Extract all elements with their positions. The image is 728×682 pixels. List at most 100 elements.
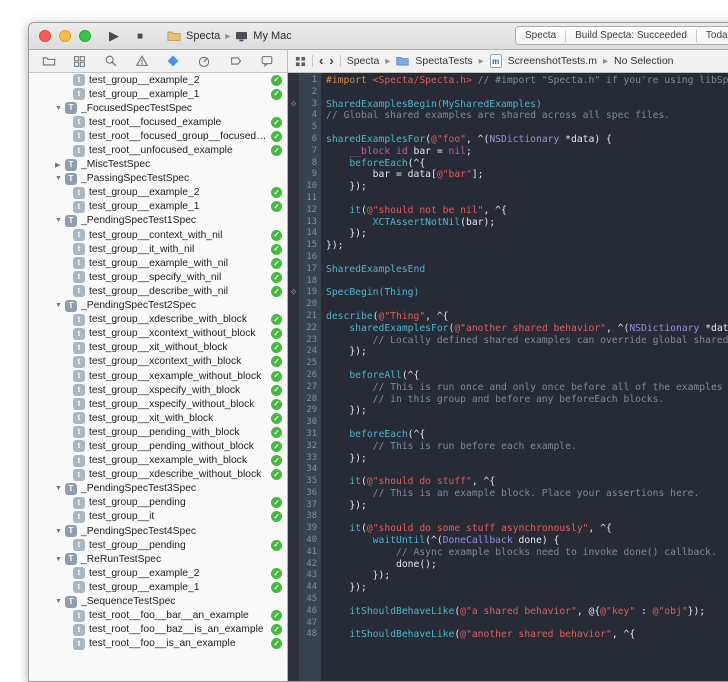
code-text[interactable]: it(@"should do some stuff asynchronously… — [321, 523, 728, 535]
close-window-button[interactable] — [39, 30, 51, 42]
test-navigator-row[interactable]: t test_group__xspecify_without_block ✓ — [29, 397, 287, 411]
test-navigator-row[interactable]: t test_group__pending_with_block ✓ — [29, 425, 287, 439]
test-navigator-row[interactable]: t test_group__xit_with_block ✓ — [29, 411, 287, 425]
breakpoint-gutter-cell[interactable] — [288, 146, 299, 158]
breakpoint-gutter-cell[interactable] — [288, 394, 299, 406]
report-navigator-icon[interactable] — [260, 54, 274, 68]
breakpoint-gutter-cell[interactable] — [288, 252, 299, 264]
breakpoint-gutter-cell[interactable] — [288, 464, 299, 476]
code-text[interactable]: }); — [321, 240, 728, 252]
breakpoint-gutter-cell[interactable] — [288, 582, 299, 594]
code-text[interactable]: done(); — [321, 559, 728, 571]
breakpoint-navigator-icon[interactable] — [229, 54, 243, 68]
breakpoint-gutter-cell[interactable] — [288, 346, 299, 358]
test-navigator-row[interactable]: ▼ T _PendingSpecTest1Spec — [29, 214, 287, 228]
code-text[interactable]: XCTAssertNotNil(bar); — [321, 217, 728, 229]
test-navigator-row[interactable]: t test_group__pending ✓ — [29, 538, 287, 552]
test-navigator-row[interactable]: ▼ T _PendingSpecTest3Spec — [29, 482, 287, 496]
test-navigator-row[interactable]: t test_group__xcontext_without_block ✓ — [29, 327, 287, 341]
code-text[interactable]: waitUntil(^(DoneCallback done) { — [321, 535, 728, 547]
disclosure-triangle-icon[interactable]: ▼ — [55, 217, 65, 224]
breakpoint-gutter-cell[interactable] — [288, 240, 299, 252]
forward-button[interactable]: › — [329, 54, 333, 67]
test-navigator-icon-selected[interactable] — [166, 54, 180, 68]
stop-button[interactable]: ■ — [137, 23, 143, 49]
breadcrumb-group[interactable]: SpectaTests — [415, 55, 472, 67]
code-text[interactable]: SharedExamplesBegin(MySharedExamples) — [321, 99, 728, 111]
disclosure-triangle-icon[interactable]: ▼ — [55, 528, 65, 535]
test-navigator-row[interactable]: ▼ T _SequenceTestSpec — [29, 594, 287, 608]
breakpoint-gutter-cell[interactable] — [288, 323, 299, 335]
breakpoint-gutter-cell[interactable] — [288, 500, 299, 512]
code-text[interactable]: it(@"should not be nil", ^{ — [321, 205, 728, 217]
test-class-marker-icon[interactable]: ◇ — [288, 99, 299, 111]
breakpoint-gutter-cell[interactable] — [288, 523, 299, 535]
breakpoint-gutter-cell[interactable] — [288, 228, 299, 240]
breakpoint-gutter-cell[interactable] — [288, 570, 299, 582]
test-navigator-row[interactable]: t test_group__it_with_nil ✓ — [29, 242, 287, 256]
issue-navigator-icon[interactable] — [135, 54, 149, 68]
test-navigator-row[interactable]: t test_group__xdescribe_without_block ✓ — [29, 468, 287, 482]
search-navigator-icon[interactable] — [104, 54, 118, 68]
breakpoint-gutter-cell[interactable] — [288, 511, 299, 523]
code-text[interactable]: beforeEach(^{ — [321, 429, 728, 441]
breakpoint-gutter-cell[interactable] — [288, 405, 299, 417]
breakpoint-gutter-cell[interactable] — [288, 535, 299, 547]
code-text[interactable]: SpecBegin(Thing) — [321, 287, 728, 299]
breakpoint-gutter-cell[interactable] — [288, 488, 299, 500]
breakpoint-gutter-cell[interactable] — [288, 181, 299, 193]
code-text[interactable]: beforeAll(^{ — [321, 370, 728, 382]
test-navigator-row[interactable]: ▼ T _PassingSpecTestSpec — [29, 172, 287, 186]
breadcrumb-project[interactable]: Specta — [347, 55, 380, 67]
test-navigator-row[interactable]: t test_group__xdescribe_with_block ✓ — [29, 313, 287, 327]
test-navigator-row[interactable]: ▶ T _MiscTestSpec — [29, 158, 287, 172]
test-navigator-row[interactable]: t test_group__describe_with_nil ✓ — [29, 284, 287, 298]
code-text[interactable] — [321, 511, 728, 523]
breadcrumb-file[interactable]: ScreenshotTests.m — [508, 55, 597, 67]
code-text[interactable]: __block id bar = nil; — [321, 146, 728, 158]
breakpoint-gutter-cell[interactable] — [288, 169, 299, 181]
test-navigator-row[interactable]: t test_root__focused_example ✓ — [29, 115, 287, 129]
test-navigator-row[interactable]: ▼ T _ReRunTestSpec — [29, 552, 287, 566]
breakpoint-gutter-cell[interactable] — [288, 217, 299, 229]
code-text[interactable]: describe(@"Thing", ^{ — [321, 311, 728, 323]
test-navigator-row[interactable]: t test_group__example_1 ✓ — [29, 200, 287, 214]
code-text[interactable]: // This is run before each example. — [321, 441, 728, 453]
breakpoint-gutter-cell[interactable] — [288, 205, 299, 217]
test-navigator-row[interactable]: t test_group__specify_with_nil ✓ — [29, 270, 287, 284]
symbol-navigator-icon[interactable] — [73, 55, 86, 68]
test-navigator-row[interactable]: t test_group__xspecify_with_block ✓ — [29, 383, 287, 397]
test-navigator-row[interactable]: t test_root__foo__is_an_example ✓ — [29, 637, 287, 651]
code-text[interactable]: }); — [321, 570, 728, 582]
code-text[interactable] — [321, 276, 728, 288]
code-text[interactable]: }); — [321, 453, 728, 465]
debug-navigator-icon[interactable] — [197, 54, 211, 68]
code-text[interactable]: itShouldBehaveLike(@"another shared beha… — [321, 629, 728, 641]
breakpoint-gutter-cell[interactable] — [288, 358, 299, 370]
test-navigator-row[interactable]: ▼ T _PendingSpecTest4Spec — [29, 524, 287, 538]
disclosure-triangle-icon[interactable]: ▼ — [55, 302, 65, 309]
disclosure-triangle-icon[interactable]: ▼ — [55, 598, 65, 605]
code-text[interactable] — [321, 464, 728, 476]
test-class-marker-icon[interactable]: ◇ — [288, 287, 299, 299]
code-text[interactable]: }); — [321, 228, 728, 240]
code-text[interactable]: // in this group and before any beforeEa… — [321, 394, 728, 406]
breakpoint-gutter-cell[interactable] — [288, 87, 299, 99]
breakpoint-gutter-cell[interactable] — [288, 594, 299, 606]
code-text[interactable] — [321, 299, 728, 311]
test-navigator-row[interactable]: t test_group__xcontext_with_block ✓ — [29, 355, 287, 369]
breakpoint-gutter-cell[interactable] — [288, 547, 299, 559]
code-text[interactable]: itShouldBehaveLike(@"a shared behavior",… — [321, 606, 728, 618]
code-text[interactable]: SharedExamplesEnd — [321, 264, 728, 276]
test-navigator-row[interactable]: t test_group__context_with_nil ✓ — [29, 228, 287, 242]
code-text[interactable]: }); — [321, 405, 728, 417]
code-text[interactable]: // This is run once and only once before… — [321, 382, 728, 394]
code-text[interactable]: // Locally defined shared examples can o… — [321, 335, 728, 347]
breakpoint-gutter-cell[interactable] — [288, 110, 299, 122]
code-text[interactable] — [321, 122, 728, 134]
breakpoint-gutter-cell[interactable] — [288, 299, 299, 311]
test-navigator-row[interactable]: t test_group__example_1 ✓ — [29, 87, 287, 101]
breakpoint-gutter-cell[interactable] — [288, 335, 299, 347]
breakpoint-gutter-cell[interactable] — [288, 559, 299, 571]
code-text[interactable]: beforeEach(^{ — [321, 158, 728, 170]
